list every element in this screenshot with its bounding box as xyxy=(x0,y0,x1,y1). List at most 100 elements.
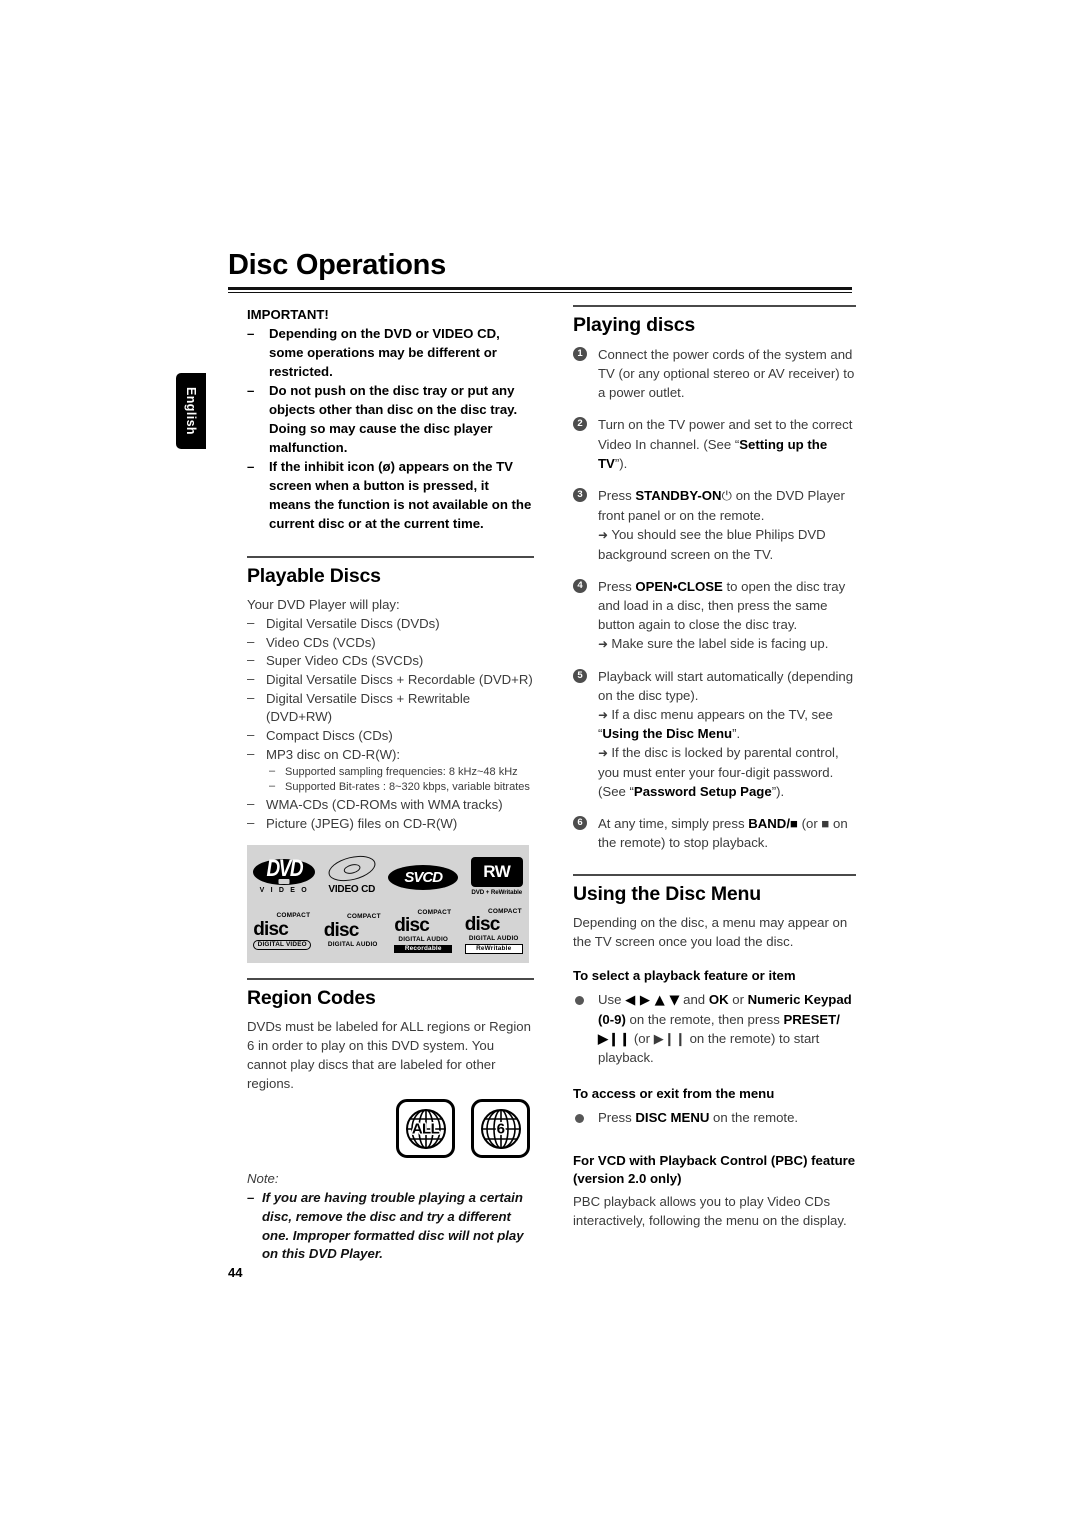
select-playback-bullets: Use ◀ ▶ ▲ ▼ and OK or Numeric Keypad (0-… xyxy=(573,990,856,1068)
dpad-icons: ◀ ▶ ▲ ▼ xyxy=(625,992,680,1008)
rw-logo-text: RW xyxy=(483,861,511,881)
power-icon: ⏻ xyxy=(721,488,733,504)
note-body: – If you are having trouble playing a cer… xyxy=(247,1190,524,1262)
list-item: – Super Video CDs (SVCDs) xyxy=(247,652,424,669)
svcd-logo: SVCD xyxy=(388,864,459,890)
access-exit-bullets: Press DISC MENU on the remote. xyxy=(573,1108,856,1127)
cd-logo-main: disc xyxy=(323,919,360,941)
region-codes-heading: Region Codes xyxy=(247,986,376,1009)
playable-discs-heading: Playable Discs xyxy=(247,564,381,587)
logo-row-top: DVD V I D E O VIDEO CD SVCD RW DVD + ReW… xyxy=(247,851,529,903)
video-cd-logo-sub: VIDEO CD xyxy=(328,884,376,896)
compact-disc-recordable-logo: COMPACT disc DIGITAL AUDIO Recordable xyxy=(394,909,453,954)
important-block: IMPORTANT! – Depending on the DVD or VIDE… xyxy=(247,305,534,533)
step-arrow-note: ➜ Make sure the label side is facing up. xyxy=(598,636,829,652)
section-rule xyxy=(573,874,856,876)
step-text-pre: Press xyxy=(598,487,636,503)
list-item: – Picture (JPEG) files on CD-R(W) xyxy=(247,814,458,831)
language-tab: English xyxy=(176,373,206,449)
svcd-logo-text: SVCD xyxy=(404,868,443,886)
cd-logo-sub: DIGITAL AUDIO xyxy=(327,940,378,948)
cd-logo-sub2: Recordable xyxy=(394,945,453,954)
list-item: – MP3 disc on CD-R(W): xyxy=(247,745,401,762)
rw-logo-sub: DVD + ReWritable xyxy=(471,888,523,896)
title-rule-thin xyxy=(228,292,852,294)
using-disc-menu-intro: Depending on the disc, a menu may appear… xyxy=(573,915,848,950)
section-rule xyxy=(247,556,534,558)
list-item: – Digital Versatile Discs (DVDs) xyxy=(247,614,440,631)
step-text-bold: BAND/■ xyxy=(748,815,798,831)
step-arrow-note-1: ➜ If a disc menu appears on the TV, see … xyxy=(598,706,833,742)
compact-disc-digital-audio-logo: COMPACT disc DIGITAL AUDIO xyxy=(324,914,382,949)
using-disc-menu-section: Using the Disc Menu Depending on the dis… xyxy=(573,874,856,1231)
cd-logo-main: disc xyxy=(394,915,430,937)
compact-disc-digital-video-logo: COMPACT disc DIGITAL VIDEO xyxy=(253,913,312,950)
logo-row-bottom: COMPACT disc DIGITAL VIDEO COMPACT disc … xyxy=(247,905,529,957)
step-text-post: ”). xyxy=(614,455,628,471)
step-text: Playback will start automatically (depen… xyxy=(598,668,854,703)
step-text-bold: OPEN•CLOSE xyxy=(635,578,723,594)
dvd-logo-ellipse: DVD xyxy=(253,856,316,885)
step-number: 4 xyxy=(573,578,587,593)
section-rule xyxy=(247,978,534,980)
step-arrow-note: ➜ You should see the blue Philips DVD ba… xyxy=(598,527,826,562)
step-4: 4 Press OPEN•CLOSE to open the disc tray… xyxy=(573,577,856,654)
step-number: 2 xyxy=(573,417,587,432)
dvd-rewritable-logo: RW DVD + ReWritable xyxy=(470,856,523,898)
cd-logo-main: disc xyxy=(253,918,289,940)
list-item: – Supported Bit-rates : 8~320 kbps, varia… xyxy=(269,780,530,794)
arrow-icon: ➜ xyxy=(598,528,612,543)
list-item: – Compact Discs (CDs) xyxy=(247,727,393,744)
region-all-label: ALL xyxy=(411,1120,440,1138)
cd-logo-sub: DIGITAL VIDEO xyxy=(253,939,312,950)
select-playback-subheading: To select a playback feature or item xyxy=(573,967,796,983)
cd-logo-sub: DIGITAL AUDIO xyxy=(468,935,519,943)
playing-discs-section: Playing discs 1 Connect the power cords … xyxy=(573,305,856,852)
region-codes-section: Region Codes DVDs must be labeled for AL… xyxy=(247,978,534,1264)
cd-logo-sub: DIGITAL AUDIO xyxy=(398,936,449,944)
step-number: 5 xyxy=(573,668,587,683)
list-item: Use ◀ ▶ ▲ ▼ and OK or Numeric Keypad (0-… xyxy=(573,990,856,1068)
using-disc-menu-heading: Using the Disc Menu xyxy=(573,882,761,905)
step-text: Connect the power cords of the system an… xyxy=(598,347,855,401)
playable-discs-sublist: – Supported sampling frequencies: 8 kHz~4… xyxy=(269,765,534,796)
section-rule xyxy=(573,305,856,307)
playable-discs-list-after: – WMA-CDs (CD-ROMs with WMA tracks) – Pict… xyxy=(247,796,534,833)
right-column: Playing discs 1 Connect the power cords … xyxy=(573,305,856,1231)
important-item-3: – If the inhibit icon (ø) appears on the … xyxy=(247,459,532,531)
important-item-2: – Do not push on the disc tray or put any… xyxy=(247,383,518,455)
arrow-icon: ➜ xyxy=(598,707,612,722)
cd-logo-main: disc xyxy=(464,914,501,936)
arrow-icon: ➜ xyxy=(598,637,612,652)
step-number: 6 xyxy=(573,815,587,830)
step-2: 2 Turn on the TV power and set to the co… xyxy=(573,415,856,472)
video-cd-logo: VIDEO CD xyxy=(325,851,378,897)
svcd-logo-ellipse: SVCD xyxy=(388,864,459,890)
playable-discs-intro: Your DVD Player will play: xyxy=(247,597,400,613)
left-column: IMPORTANT! – Depending on the DVD or VIDE… xyxy=(247,305,534,1264)
dvd-logo-sub: V I D E O xyxy=(259,886,309,894)
cd-logo-sub2: ReWritable xyxy=(464,944,523,955)
dvd-video-logo: DVD V I D E O xyxy=(253,856,316,896)
step-1: 1 Connect the power cords of the system … xyxy=(573,345,856,402)
title-rule-thick xyxy=(228,287,852,291)
list-item: – Video CDs (VCDs) xyxy=(247,633,376,650)
step-text-bold: STANDBY-ON xyxy=(635,487,722,503)
list-item: – Digital Versatile Discs + Recordable (D… xyxy=(247,670,533,687)
video-cd-disc-icon xyxy=(325,851,378,886)
pbc-body: PBC playback allows you to play Video CD… xyxy=(573,1194,847,1229)
page-header: Disc Operations xyxy=(228,250,852,294)
step-6: 6 At any time, simply press BAND/■ (or ■… xyxy=(573,814,856,852)
region-code-icons: ALL 6 xyxy=(247,1099,534,1159)
region-codes-body: DVDs must be labeled for ALL regions or … xyxy=(247,1019,531,1091)
compact-disc-rewritable-logo: COMPACT disc DIGITAL AUDIO ReWritable xyxy=(464,908,523,955)
note-label: Note: xyxy=(247,1171,279,1187)
playing-discs-steps: 1 Connect the power cords of the system … xyxy=(573,345,856,852)
region-all-icon: ALL xyxy=(396,1099,455,1159)
playable-discs-list: – Digital Versatile Discs (DVDs) – Video C… xyxy=(247,615,534,765)
step-text-pre: At any time, simply press xyxy=(598,815,749,831)
important-heading: IMPORTANT! xyxy=(247,307,329,322)
bullet-icon xyxy=(575,1113,584,1123)
disc-format-logos: DVD V I D E O VIDEO CD SVCD RW DVD + ReW… xyxy=(247,845,529,964)
bullet-icon xyxy=(575,995,584,1005)
